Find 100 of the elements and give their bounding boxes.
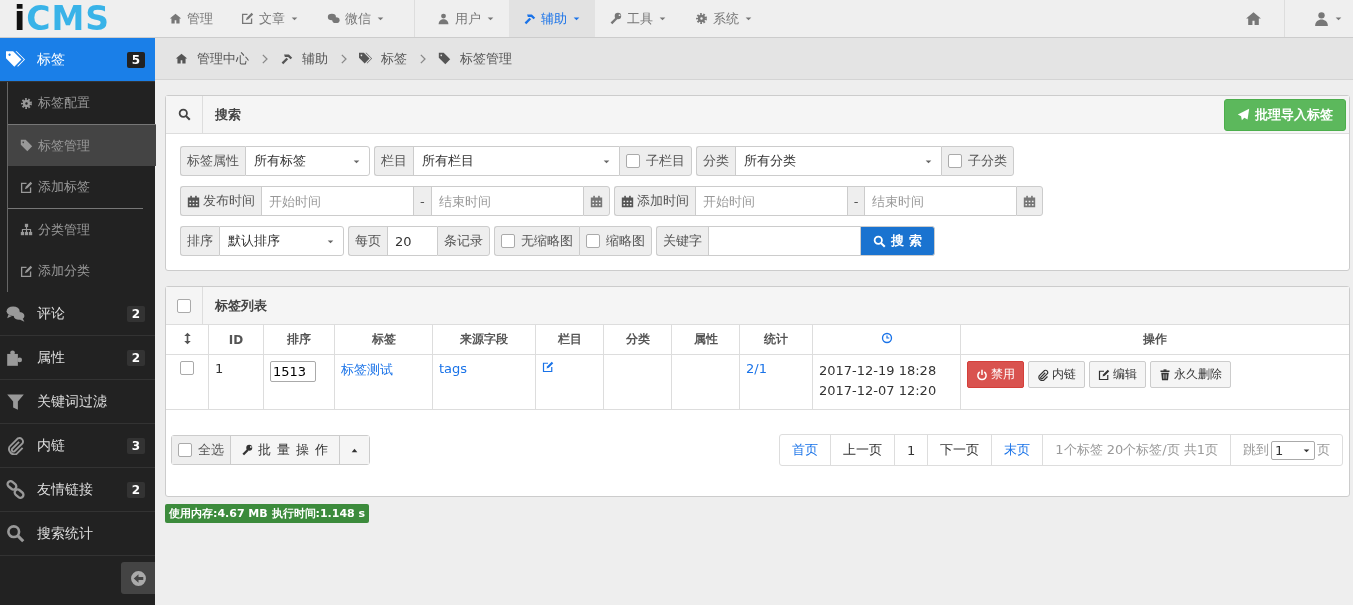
nav-menu-item[interactable]: 工具 — [595, 0, 681, 37]
checkbox[interactable] — [586, 234, 600, 248]
power-icon — [976, 368, 988, 381]
search-icon — [6, 524, 25, 543]
nav-menu-item[interactable]: 文章 — [227, 0, 313, 37]
tags-icon — [359, 52, 372, 65]
edit-icon — [542, 361, 554, 373]
edit-icon — [1098, 368, 1110, 381]
checkbox[interactable] — [501, 234, 515, 248]
date-input[interactable]: 开始时间 — [694, 186, 847, 216]
page-link[interactable]: 下一页 — [928, 435, 993, 465]
table-link[interactable]: 2/1 — [746, 361, 767, 376]
field-label: 栏目 — [374, 146, 413, 176]
submenu-item[interactable]: 标签配置 — [8, 82, 156, 124]
select-dropdown[interactable]: 默认排序 — [219, 226, 344, 256]
checkbox-option[interactable]: 无缩略图 — [494, 226, 579, 256]
field-label: 关键字 — [656, 226, 708, 256]
user-icon — [1313, 10, 1330, 27]
table-link[interactable]: tags — [439, 361, 468, 376]
column-header: 排序 — [287, 332, 311, 346]
paperclip-icon — [1037, 368, 1049, 381]
checkbox[interactable] — [626, 154, 640, 168]
edit-icon — [20, 264, 33, 278]
search-icon — [177, 108, 191, 121]
action-button[interactable]: 内链 — [1028, 361, 1085, 388]
date-time: 2017-12-19 18:28 — [819, 362, 938, 380]
gear-icon — [695, 12, 708, 25]
field-label: 标签属性 — [180, 146, 245, 176]
logo[interactable]: iCMS — [0, 2, 155, 35]
tag-icon — [20, 139, 33, 152]
text-input[interactable] — [708, 226, 860, 256]
table-cell: 1 — [215, 361, 224, 376]
caret-icon — [486, 14, 495, 23]
page-select[interactable]: 1 — [1271, 440, 1315, 460]
action-button[interactable]: 禁用 — [967, 361, 1024, 388]
field-label: - — [413, 186, 431, 216]
column-header: 标签 — [371, 332, 396, 346]
page-link[interactable]: 首页 — [780, 435, 831, 465]
breadcrumb-link[interactable]: 标签 — [359, 49, 407, 68]
select-dropdown[interactable]: 所有分类 — [735, 146, 941, 176]
home-icon — [175, 52, 188, 65]
sidebar-item[interactable]: 友情链接 2 — [0, 468, 155, 512]
column-header: 栏目 — [557, 332, 582, 346]
sidebar-item[interactable]: 关键词过滤 — [0, 380, 155, 424]
submenu-item[interactable]: 标签管理 — [8, 124, 156, 166]
search-button[interactable]: 搜 索 — [860, 226, 935, 256]
hammer-icon — [523, 12, 536, 25]
sidebar-item[interactable]: 评论 2 — [0, 292, 155, 336]
collapse-sidebar-button[interactable] — [121, 562, 155, 594]
nav-menu-item[interactable]: 微信 — [313, 0, 399, 37]
send-icon — [1237, 108, 1250, 121]
chevron-right-icon — [419, 53, 426, 64]
text-input[interactable]: 20 — [387, 226, 437, 256]
action-button[interactable]: 编辑 — [1089, 361, 1146, 388]
checkbox[interactable] — [177, 298, 191, 313]
filter-icon — [6, 392, 25, 411]
checkbox-option[interactable]: 缩略图 — [579, 226, 652, 256]
select-dropdown[interactable]: 所有栏目 — [413, 146, 619, 176]
status-badge: 使用内存:4.67 MB 执行时间:1.148 s — [165, 504, 370, 523]
calendar-icon — [187, 194, 200, 208]
calendar-button[interactable] — [582, 186, 610, 216]
page-link[interactable]: 上一页 — [831, 435, 895, 465]
nav-menu-item[interactable]: 辅助 — [509, 0, 595, 37]
edit-icon — [20, 180, 33, 194]
breadcrumb-link[interactable]: 辅助 — [280, 49, 328, 68]
panel-title: 标签列表 — [215, 296, 267, 315]
sidebar-item[interactable]: 内链 3 — [0, 424, 155, 468]
checkbox-option[interactable]: 子分类 — [941, 146, 1014, 176]
submenu-item[interactable]: 添加分类 — [8, 250, 156, 292]
column-header: 来源字段 — [460, 332, 508, 346]
column-header: 分类 — [625, 332, 650, 346]
breadcrumb-link[interactable]: 管理中心 — [175, 49, 249, 68]
page-link[interactable]: 1 — [895, 435, 929, 465]
order-input[interactable]: 1513 — [270, 361, 316, 382]
action-button[interactable]: 永久删除 — [1150, 361, 1231, 388]
sidebar-item[interactable]: 搜索统计 — [0, 512, 155, 556]
breadcrumb-link[interactable]: 标签管理 — [438, 49, 512, 68]
table-link[interactable]: 标签测试 — [341, 362, 393, 377]
checkbox[interactable] — [948, 154, 962, 168]
page-link[interactable]: 末页 — [992, 435, 1044, 465]
date-input[interactable]: 结束时间 — [864, 186, 1017, 216]
date-input[interactable]: 结束时间 — [430, 186, 583, 216]
sidebar-item[interactable]: 属性 2 — [0, 336, 155, 380]
calendar-button[interactable] — [1016, 186, 1044, 216]
nav-menu-item[interactable]: 管理 — [155, 0, 227, 37]
submenu-item[interactable]: 分类管理 — [8, 208, 143, 250]
checkbox-option[interactable]: 子栏目 — [619, 146, 692, 176]
caret-icon — [1334, 14, 1343, 23]
tag-icon — [438, 52, 451, 65]
sidebar-item[interactable]: 标签 5 — [0, 38, 155, 82]
home-icon — [1245, 10, 1262, 27]
calendar-icon — [620, 194, 634, 208]
submenu-item[interactable]: 添加标签 — [8, 166, 156, 208]
chevron-right-icon — [261, 53, 268, 64]
field-label: 每页 — [348, 226, 387, 256]
nav-menu-item[interactable]: 系统 — [681, 0, 767, 37]
count-badge: 2 — [126, 481, 145, 498]
row-checkbox[interactable] — [180, 361, 194, 375]
date-input[interactable]: 开始时间 — [261, 186, 413, 216]
select-dropdown[interactable]: 所有标签 — [245, 146, 370, 176]
